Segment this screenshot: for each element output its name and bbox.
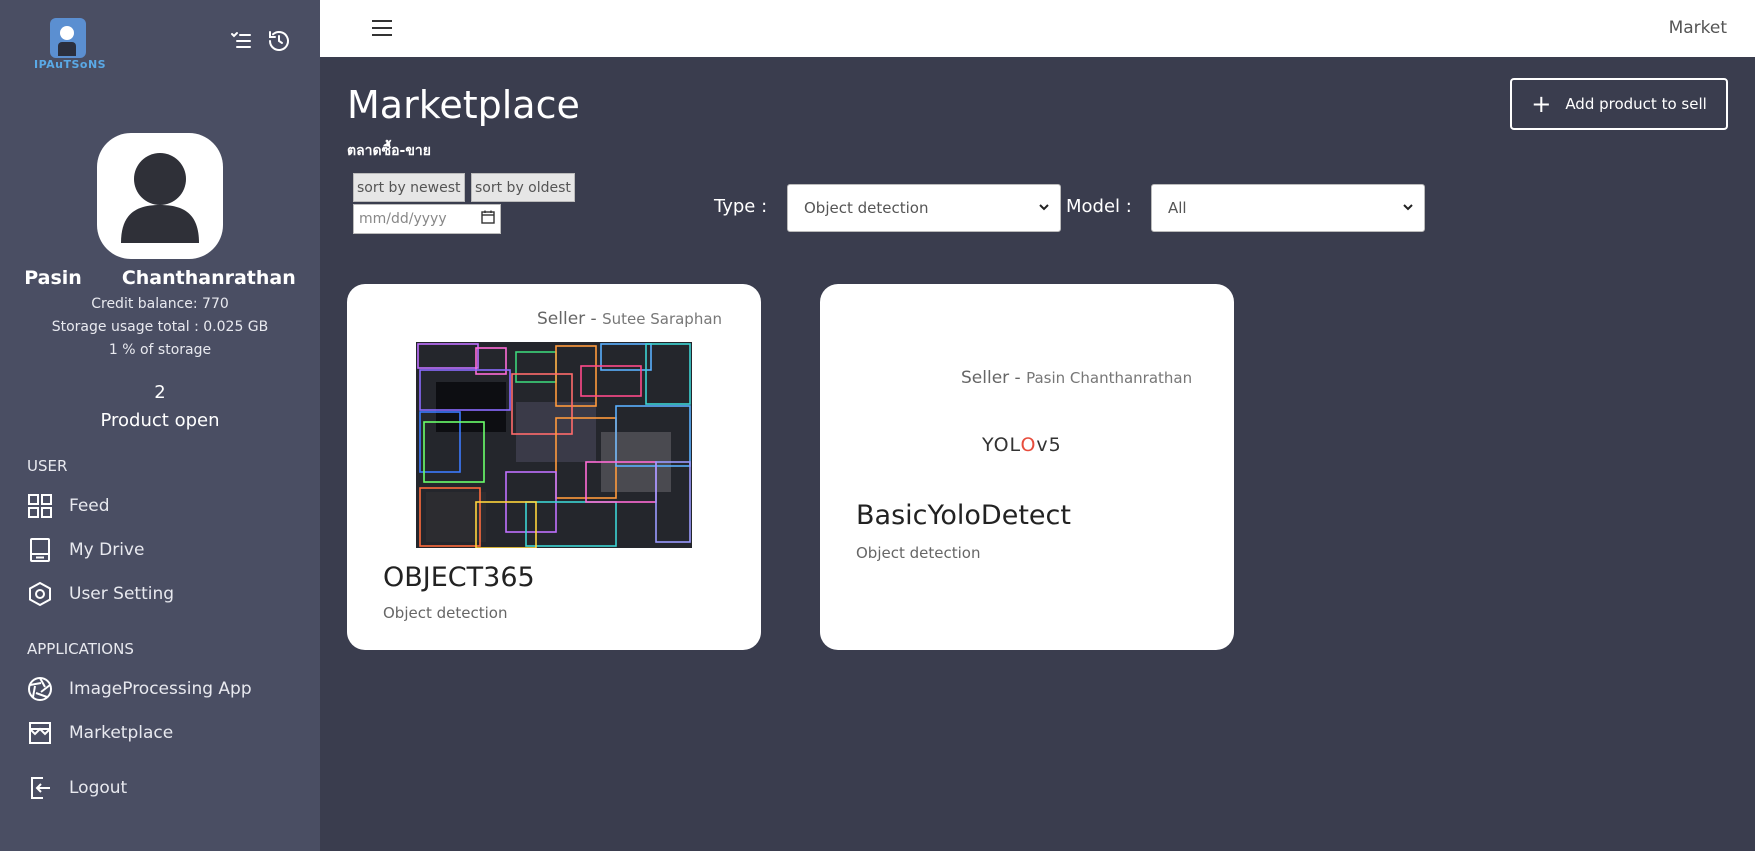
grid-icon <box>28 494 52 518</box>
plus-icon: + <box>1531 90 1552 118</box>
history-icon[interactable] <box>266 28 292 54</box>
sort-oldest-button[interactable]: sort by oldest <box>471 173 575 202</box>
app-logo[interactable]: IPAuTSoNS <box>34 18 107 74</box>
sidebar-item-label: Feed <box>69 496 110 516</box>
sidebar: IPAuTSoNS Pasin Chanthanrathan Credit ba… <box>0 0 320 851</box>
chevron-down-icon <box>1402 199 1414 217</box>
user-name: Pasin Chanthanrathan <box>0 267 320 289</box>
sidebar-item-marketplace[interactable]: Marketplace <box>27 720 173 746</box>
sidebar-item-feed[interactable]: Feed <box>27 493 110 519</box>
model-select-value: All <box>1168 199 1187 217</box>
sidebar-item-imageprocessing-app[interactable]: ImageProcessing App <box>27 676 252 702</box>
sidebar-item-label: Marketplace <box>69 723 174 743</box>
seller-prefix: Seller - <box>961 368 1027 388</box>
task-list-icon[interactable] <box>228 28 254 54</box>
seller-info: Seller - Sutee Saraphan <box>537 309 722 329</box>
product-open-label: Product open <box>100 410 220 431</box>
model-select[interactable]: All <box>1151 184 1425 232</box>
page-title: Marketplace <box>347 83 580 127</box>
product-thumbnail-image <box>416 342 692 548</box>
product-card-object365[interactable]: Seller - Sutee Saraphan OBJECT365 Object… <box>347 284 761 650</box>
hexagon-gear-icon <box>29 581 51 607</box>
product-count: 2 <box>154 382 166 403</box>
top-bar: Market <box>320 0 1755 57</box>
seller-name: Sutee Saraphan <box>602 310 723 328</box>
sidebar-item-user-setting[interactable]: User Setting <box>27 581 174 607</box>
yolo-logo-part: O <box>1020 434 1037 456</box>
type-select-value: Object detection <box>804 199 929 217</box>
sidebar-item-label: Logout <box>69 778 128 798</box>
yolo-logo-part: v5 <box>1036 434 1062 456</box>
storage-usage: Storage usage total : 0.025 GB <box>51 319 269 335</box>
calendar-icon[interactable] <box>481 210 495 228</box>
add-product-label: Add product to sell <box>1565 95 1707 113</box>
yolov5-logo: YOLOv5 <box>982 434 1062 456</box>
user-last-name: Chanthanrathan <box>121 267 296 289</box>
date-filter-input[interactable]: mm/dd/yyyy <box>353 204 501 234</box>
date-placeholder: mm/dd/yyyy <box>359 211 447 227</box>
sidebar-item-label: My Drive <box>69 540 145 560</box>
credit-balance: Credit balance: 770 <box>91 296 229 312</box>
hamburger-menu-icon[interactable] <box>370 16 394 40</box>
product-title: OBJECT365 <box>383 562 535 593</box>
logo-mark-icon <box>50 18 86 58</box>
avatar[interactable] <box>97 133 223 259</box>
product-type: Object detection <box>383 604 508 622</box>
aperture-icon <box>28 677 52 701</box>
page-subtitle: ตลาดซื้อ-ขาย <box>347 143 431 159</box>
sidebar-top-actions <box>228 28 292 54</box>
yolo-logo-part: YOL <box>982 434 1021 456</box>
model-filter-label: Model : <box>1066 196 1132 217</box>
product-card-basicyolodetect[interactable]: Seller - Pasin Chanthanrathan YOLOv5 Bas… <box>820 284 1234 650</box>
type-filter-label: Type : <box>714 196 768 217</box>
product-title: BasicYoloDetect <box>856 500 1071 531</box>
logo-text: IPAuTSoNS <box>34 58 107 71</box>
seller-info: Seller - Pasin Chanthanrathan <box>961 368 1192 388</box>
type-select[interactable]: Object detection <box>787 184 1061 232</box>
seller-name: Pasin Chanthanrathan <box>1026 369 1193 387</box>
add-product-button[interactable]: + Add product to sell <box>1510 78 1728 130</box>
sidebar-item-label: ImageProcessing App <box>69 679 252 699</box>
logout-icon <box>31 777 50 799</box>
sidebar-item-label: User Setting <box>69 584 175 604</box>
sidebar-item-logout[interactable]: Logout <box>27 775 127 801</box>
sidebar-item-my-drive[interactable]: My Drive <box>27 537 144 563</box>
drive-icon <box>30 538 50 562</box>
topbar-market-label: Market <box>1668 18 1727 38</box>
sort-newest-button[interactable]: sort by newest <box>353 173 465 202</box>
seller-prefix: Seller - <box>537 309 603 329</box>
product-type: Object detection <box>856 544 981 562</box>
chevron-down-icon <box>1038 199 1050 217</box>
section-applications-label: APPLICATIONS <box>27 640 134 658</box>
store-icon <box>29 722 51 744</box>
section-user-label: USER <box>27 457 68 475</box>
user-first-name: Pasin <box>24 267 82 289</box>
storage-percent: 1 % of storage <box>108 342 212 358</box>
